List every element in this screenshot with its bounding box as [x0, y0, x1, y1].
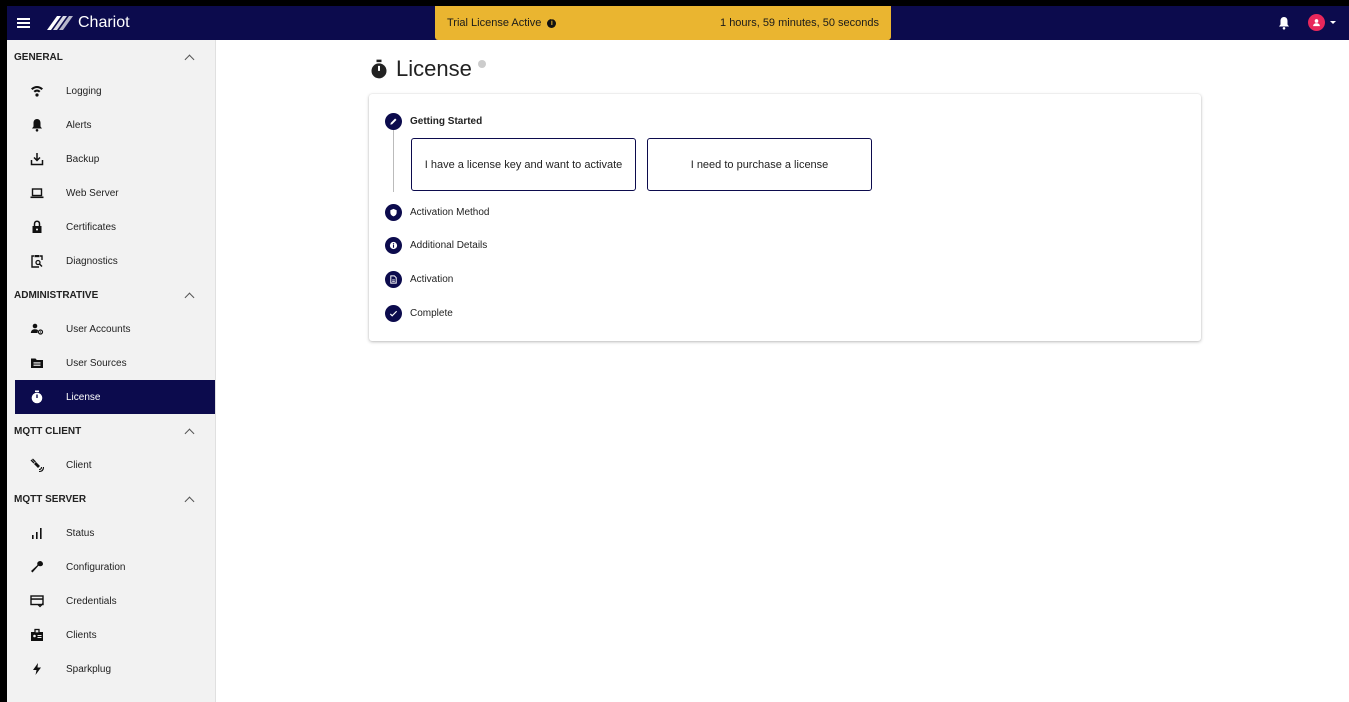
app-name: Chariot	[78, 14, 130, 31]
license-stepper-card: Getting Started I have a license key and…	[369, 94, 1201, 341]
sidebar-item-logging[interactable]: Logging	[7, 74, 215, 108]
clipboard-search-icon	[29, 253, 45, 269]
user-menu-caret-icon[interactable]	[1330, 21, 1336, 24]
step-connector	[393, 130, 394, 192]
folder-icon	[29, 355, 45, 371]
sidebar-item-clients[interactable]: Clients	[7, 618, 215, 652]
wifi-icon	[29, 83, 45, 99]
sidebar-item-certificates[interactable]: Certificates	[7, 210, 215, 244]
user-gear-icon	[29, 321, 45, 337]
download-icon	[29, 151, 45, 167]
card-icon	[29, 593, 45, 609]
step-activation-method[interactable]: Activation Method	[385, 204, 490, 221]
notifications-bell-icon[interactable]	[1277, 16, 1291, 30]
sidebar-item-license[interactable]: License	[15, 380, 215, 414]
step-complete[interactable]: Complete	[385, 305, 453, 322]
section-general[interactable]: GENERAL	[7, 40, 215, 74]
lock-icon	[29, 219, 45, 235]
sidebar-item-client[interactable]: Client	[7, 448, 215, 482]
collapse-chevron-icon[interactable]	[184, 496, 195, 506]
section-mqtt-client[interactable]: MQTT CLIENT	[7, 414, 215, 448]
sidebar-item-credentials[interactable]: Credentials	[7, 584, 215, 618]
bolt-icon	[29, 661, 45, 677]
info-icon	[385, 237, 402, 254]
collapse-chevron-icon[interactable]	[184, 54, 195, 64]
sidebar-item-backup[interactable]: Backup	[7, 142, 215, 176]
user-avatar-icon[interactable]	[1308, 14, 1325, 31]
satellite-icon	[29, 457, 45, 473]
section-mqtt-server[interactable]: MQTT SERVER	[7, 482, 215, 516]
main-content: License Getting Started I have a license…	[216, 40, 1349, 702]
document-icon	[385, 271, 402, 288]
sidebar-item-user-accounts[interactable]: User Accounts	[7, 312, 215, 346]
bell-icon	[29, 117, 45, 133]
pencil-icon	[385, 113, 402, 130]
sidebar-item-user-sources[interactable]: User Sources	[7, 346, 215, 380]
app-frame: Chariot Trial License Active i 1 hours, …	[7, 6, 1349, 702]
purchase-license-button[interactable]: I need to purchase a license	[647, 138, 872, 191]
laptop-icon	[29, 185, 45, 201]
activate-license-button[interactable]: I have a license key and want to activat…	[411, 138, 636, 191]
help-icon[interactable]	[477, 60, 486, 68]
hamburger-menu-icon[interactable]	[9, 6, 37, 40]
trial-banner[interactable]: Trial License Active i 1 hours, 59 minut…	[435, 6, 891, 40]
sidebar: GENERAL Logging Alerts Backup Web Server…	[7, 40, 216, 702]
step-additional-details[interactable]: Additional Details	[385, 237, 487, 254]
trial-countdown: 1 hours, 59 minutes, 50 seconds	[720, 17, 879, 29]
collapse-chevron-icon[interactable]	[184, 292, 195, 302]
check-icon	[385, 305, 402, 322]
info-icon[interactable]: i	[547, 18, 557, 28]
step-activation[interactable]: Activation	[385, 271, 453, 288]
page-title: License	[370, 56, 486, 82]
collapse-chevron-icon[interactable]	[184, 428, 195, 438]
sidebar-item-diagnostics[interactable]: Diagnostics	[7, 244, 215, 278]
chariot-logo-icon	[47, 16, 73, 30]
sidebar-item-sparkplug[interactable]: Sparkplug	[7, 652, 215, 686]
step-getting-started[interactable]: Getting Started	[385, 113, 482, 130]
sidebar-item-configuration[interactable]: Configuration	[7, 550, 215, 584]
section-administrative[interactable]: ADMINISTRATIVE	[7, 278, 215, 312]
sidebar-item-alerts[interactable]: Alerts	[7, 108, 215, 142]
trial-label: Trial License Active	[447, 17, 542, 29]
timer-icon	[371, 59, 387, 79]
badge-icon	[29, 627, 45, 643]
bar-chart-icon	[29, 525, 45, 541]
wrench-icon	[29, 559, 45, 575]
top-bar: Chariot Trial License Active i 1 hours, …	[7, 6, 1349, 40]
app-logo[interactable]: Chariot	[45, 14, 130, 32]
timer-icon	[29, 389, 45, 405]
sidebar-item-status[interactable]: Status	[7, 516, 215, 550]
sidebar-item-web-server[interactable]: Web Server	[7, 176, 215, 210]
shield-icon	[385, 204, 402, 221]
